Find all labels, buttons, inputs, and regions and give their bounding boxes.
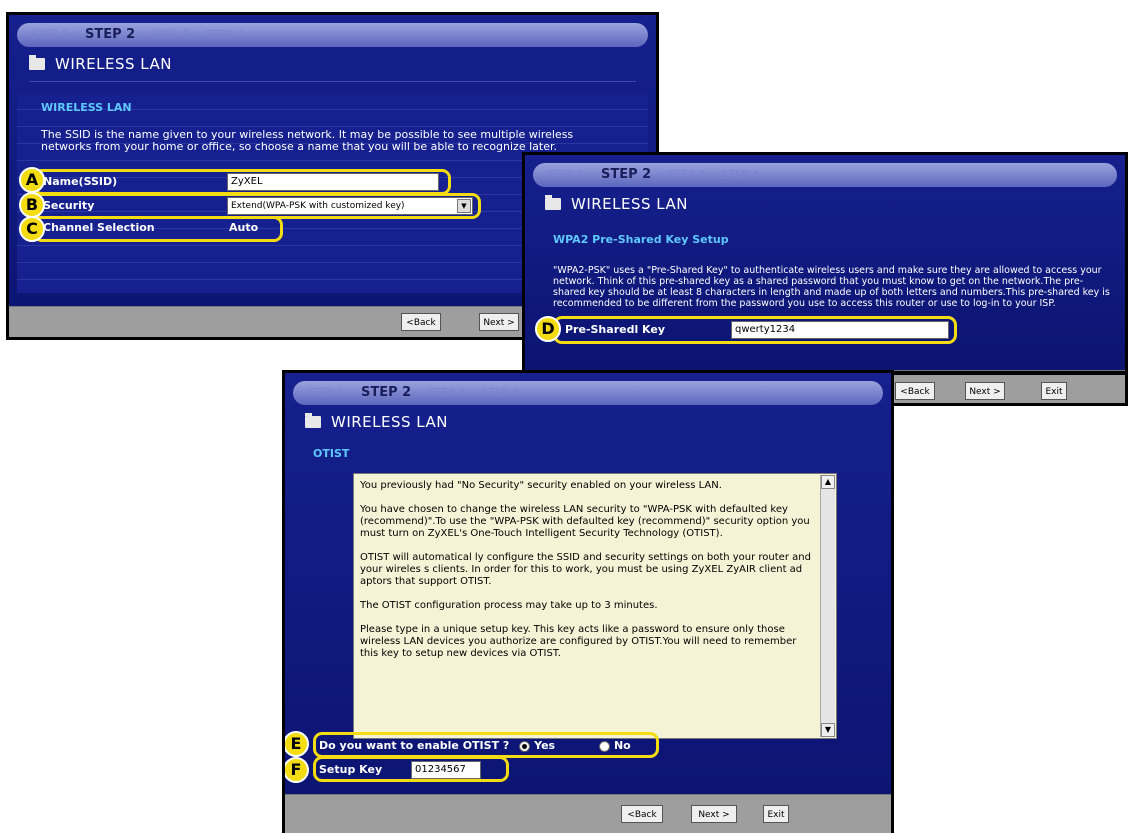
next-button[interactable]: Next > (479, 313, 519, 331)
wpa2-psk-panel: STEP 1 > STEP 2 > STEP 3 > STEP 4 WIRELE… (522, 152, 1128, 374)
highlight-c (33, 216, 283, 242)
step-progress-bar: STEP 1 > STEP 2 > STEP 3 > STEP 4 (17, 23, 648, 47)
step-1: STEP 1 (547, 168, 585, 181)
step-separator: > (588, 168, 598, 181)
exit-button[interactable]: Exit (763, 805, 789, 823)
step-2-current: STEP 2 (601, 167, 652, 182)
folder-icon (545, 195, 561, 210)
step-progress-bar: STEP 1 > STEP 2 > STEP 3 > STEP 4 (533, 163, 1117, 187)
step-separator: > (192, 28, 202, 41)
callout-f: F (285, 757, 309, 783)
memo-paragraph: Please type in a unique setup key. This … (360, 624, 797, 659)
ssid-description: The SSID is the name given to your wirel… (41, 128, 574, 153)
page-title: WIRELESS LAN (29, 55, 172, 73)
step-2-current: STEP 2 (361, 385, 412, 400)
step-3: STEP 3 (667, 168, 706, 181)
scroll-up-icon[interactable]: ▲ (821, 475, 835, 489)
step-separator: > (348, 386, 358, 399)
button-bar: <Back Next > Exit (285, 794, 891, 833)
page-title-text: WIRELESS LAN (571, 195, 688, 213)
callout-c: C (19, 216, 45, 242)
highlight-e (313, 732, 659, 758)
section-heading: OTIST (313, 447, 350, 460)
folder-icon (29, 55, 45, 70)
otist-panel: STEP 1 > STEP 2 > STEP 3 > STEP 4 WIRELE… (282, 370, 894, 833)
back-button[interactable]: <Back (401, 313, 441, 331)
panel2-back-button[interactable]: <Back (895, 382, 935, 400)
step-separator: > (414, 386, 424, 399)
page-title: WIRELESS LAN (305, 413, 448, 431)
section-heading: WIRELESS LAN (41, 101, 132, 114)
back-button[interactable]: <Back (621, 805, 663, 823)
step-separator: > (654, 168, 664, 181)
step-4: STEP 4 (721, 168, 760, 181)
step-separator: > (708, 168, 718, 181)
step-4: STEP 4 (481, 386, 520, 399)
panel2-next-button[interactable]: Next > (965, 382, 1005, 400)
step-3: STEP 3 (427, 386, 466, 399)
callout-d: D (535, 316, 561, 342)
panel2-exit-button[interactable]: Exit (1041, 382, 1067, 400)
divider (29, 81, 636, 82)
step-separator: > (138, 28, 148, 41)
memo-paragraph: OTIST will automatical ly configure the … (360, 552, 811, 587)
memo-paragraph: You previously had "No Security" securit… (360, 480, 722, 491)
step-1: STEP 1 (31, 28, 69, 41)
otist-info-textarea[interactable]: You previously had "No Security" securit… (353, 473, 837, 739)
callout-e: E (285, 731, 309, 757)
step-3: STEP 3 (151, 28, 190, 41)
section-heading: WPA2 Pre-Shared Key Setup (553, 233, 729, 246)
callout-a: A (19, 167, 45, 193)
next-button[interactable]: Next > (691, 805, 737, 823)
callout-b: B (19, 192, 45, 218)
page-title-text: WIRELESS LAN (55, 55, 172, 73)
scrollbar[interactable]: ▲ ▼ (820, 475, 835, 737)
step-2-current: STEP 2 (85, 27, 136, 42)
memo-paragraph: You have chosen to change the wireless L… (360, 504, 810, 539)
page-title-text: WIRELESS LAN (331, 413, 448, 431)
step-separator: > (72, 28, 82, 41)
memo-paragraph: The OTIST configuration process may take… (360, 600, 658, 611)
step-progress-bar: STEP 1 > STEP 2 > STEP 3 > STEP 4 (293, 381, 883, 405)
folder-icon (305, 413, 321, 428)
highlight-d (553, 316, 957, 344)
highlight-a (33, 169, 451, 195)
psk-description: "WPA2-PSK" uses a "Pre-Shared Key" to au… (553, 265, 1110, 309)
highlight-f (313, 756, 509, 782)
step-1: STEP 1 (307, 386, 345, 399)
step-4: STEP 4 (205, 28, 244, 41)
scroll-down-icon[interactable]: ▼ (821, 723, 835, 737)
page-title: WIRELESS LAN (545, 195, 688, 213)
step-separator: > (468, 386, 478, 399)
